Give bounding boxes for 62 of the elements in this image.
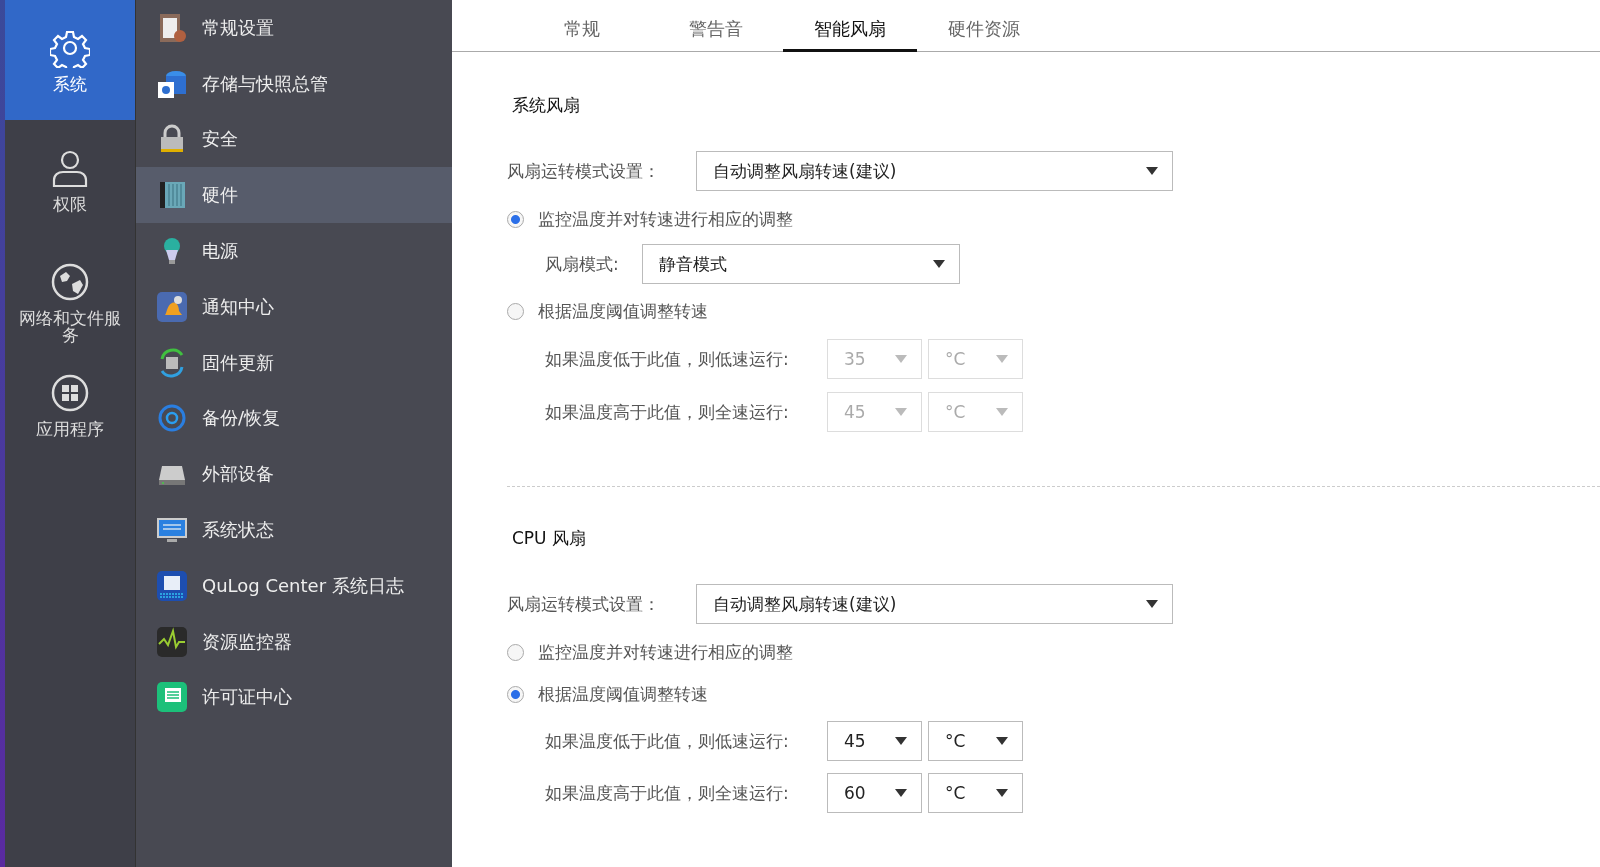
field-label: 风扇模式: (545, 252, 620, 276)
temperature-dropdown[interactable]: 45 (827, 721, 922, 761)
field-label: 如果温度低于此值，则低速运行: (545, 347, 790, 371)
menu-item[interactable]: 硬件 (136, 167, 452, 224)
rail-item[interactable]: 应用程序 (5, 365, 135, 473)
unit-dropdown[interactable]: °C (928, 721, 1023, 761)
caret-icon (996, 737, 1008, 745)
unit-dropdown[interactable]: °C (928, 773, 1023, 813)
mode-dropdown[interactable]: 自动调整风扇转速(建议) (696, 151, 1173, 191)
option-label: 根据温度阈值调整转速 (538, 299, 708, 323)
menu-item[interactable]: 备份/恢复 (136, 390, 452, 447)
license-icon (156, 681, 188, 714)
menu-item[interactable]: 安全 (136, 111, 452, 168)
field-label: 风扇运转模式设置： (507, 592, 661, 616)
option-label: 监控温度并对转速进行相应的调整 (538, 640, 793, 664)
menu-item[interactable]: QuLog Center 系统日志 (136, 557, 452, 614)
caret-icon (996, 355, 1008, 363)
caret-icon (933, 260, 945, 268)
fan-mode-dropdown[interactable]: 静音模式 (642, 244, 960, 284)
caret-icon (1146, 167, 1158, 175)
rail-item[interactable]: 权限 (5, 120, 135, 240)
menu-item[interactable]: 许可证中心 (136, 669, 452, 726)
option-label: 根据温度阈值调整转速 (538, 682, 708, 706)
field-label: 风扇运转模式设置： (507, 159, 661, 183)
bell-icon (156, 290, 188, 323)
radio-button[interactable] (507, 685, 524, 703)
tab[interactable]: 常规 (515, 0, 649, 52)
temperature-dropdown[interactable]: 60 (827, 773, 922, 813)
radio-button[interactable] (507, 210, 524, 228)
menu-item[interactable]: 常规设置 (136, 0, 452, 56)
field-label: 如果温度高于此值，则全速运行: (545, 400, 790, 424)
globe-icon (50, 261, 90, 302)
menu-item[interactable]: 系统状态 (136, 502, 452, 558)
section-title: 系统风扇 (512, 94, 581, 117)
log-icon (156, 569, 188, 602)
menu-item[interactable]: 资源监控器 (136, 613, 452, 670)
apps-icon (50, 373, 90, 413)
tab[interactable]: 智能风扇 (783, 0, 917, 52)
menu-item[interactable]: 外部设备 (136, 446, 452, 503)
graph-icon (156, 625, 188, 658)
field-label: 如果温度低于此值，则低速运行: (545, 729, 790, 753)
mode-dropdown[interactable]: 自动调整风扇转速(建议) (696, 584, 1173, 624)
caret-icon (895, 408, 907, 416)
caret-icon (895, 789, 907, 797)
caret-icon (1146, 600, 1158, 608)
caret-icon (895, 737, 907, 745)
field-label: 如果温度高于此值，则全速运行: (545, 781, 790, 805)
tab[interactable]: 硬件资源 (917, 0, 1051, 52)
menu-item[interactable]: 固件更新 (136, 334, 452, 391)
caret-icon (996, 789, 1008, 797)
caret-icon (895, 355, 907, 363)
menu-item[interactable]: 存储与快照总管 (136, 55, 452, 112)
menu-item[interactable]: 通知中心 (136, 279, 452, 335)
caret-icon (996, 408, 1008, 416)
option-label: 监控温度并对转速进行相应的调整 (538, 207, 793, 231)
section-title: CPU 风扇 (512, 527, 587, 550)
menu-item[interactable]: 电源 (136, 223, 452, 279)
rail-item[interactable]: 网络和文件服务 (5, 240, 135, 365)
tab[interactable]: 警告音 (649, 0, 783, 52)
radio-button[interactable] (507, 643, 524, 661)
rail-item[interactable]: 系统 (5, 0, 135, 120)
radio-button[interactable] (507, 302, 524, 320)
